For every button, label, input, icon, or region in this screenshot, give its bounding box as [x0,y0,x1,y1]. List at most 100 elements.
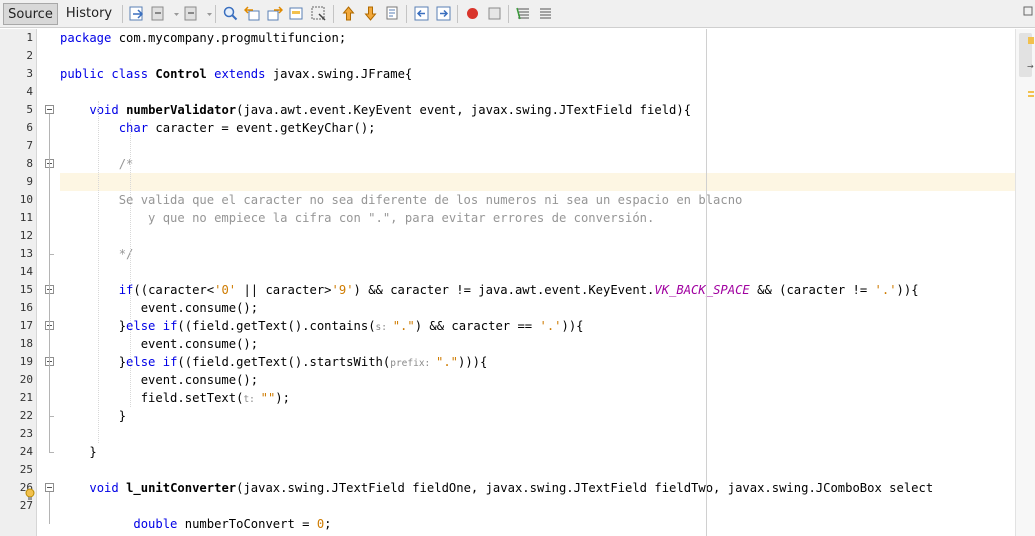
code-token: "." [392,319,415,333]
fold-toggle[interactable] [45,105,54,114]
code-line[interactable]: event.consume(); [60,335,1015,353]
code-line[interactable]: char caracter = event.getKeyChar(); [60,119,1015,137]
line-number: 10 [19,193,33,206]
code-token: else if [126,319,178,333]
code-token: Se valida que el caracter no sea diferen… [60,193,743,207]
code-line[interactable] [60,497,1015,515]
code-line[interactable] [60,173,1015,191]
code-line[interactable]: void numberValidator(java.awt.event.KeyE… [60,101,1015,119]
indent-guide [130,119,132,407]
next-bookmark-icon[interactable] [362,5,379,22]
forward-icon[interactable] [183,5,200,22]
code-editor[interactable]: 1 2 3 4 5 6 7 8 9 10 11 12 13 14 15 16 17 18 19 20 21 22 23 24 2… [0,29,1035,536]
find-selection-icon[interactable] [288,5,305,22]
code-line[interactable]: public class Control extends javax.swing… [60,65,1015,83]
code-token: ) && caracter == [414,319,540,333]
code-token: else if [126,355,178,369]
code-line[interactable]: } [60,443,1015,461]
code-token: (javax.swing.JTextField fieldOne, javax.… [236,481,934,495]
tab-history[interactable]: History [62,3,116,25]
code-token: ((caracter< [133,283,215,297]
lightbulb-hint-icon[interactable] [24,488,36,502]
code-token: (java.awt.event.KeyEvent event, javax.sw… [236,103,692,117]
line-number: 1 [26,31,33,44]
find-previous-icon[interactable] [244,5,261,22]
code-line[interactable] [60,47,1015,65]
code-token: void [89,481,119,495]
back-dropdown-icon[interactable] [168,5,179,22]
code-line[interactable]: Se valida que el caracter no sea diferen… [60,191,1015,209]
code-token: } [60,355,127,369]
comment-icon[interactable] [515,5,532,22]
warning-stripe-marker[interactable] [1028,91,1034,93]
code-token: ((field.getText().startsWith( [177,355,391,369]
toolbar-separator [457,5,458,23]
fold-end-marker [49,416,54,417]
code-line[interactable]: double numberToConvert = 0; [60,515,1015,533]
line-number: 7 [26,139,33,152]
find-next-icon[interactable] [266,5,283,22]
code-line[interactable]: /* [60,155,1015,173]
code-token: "." [435,355,458,369]
vertical-scrollbar[interactable]: → [1015,29,1035,536]
code-token: ))){ [458,355,488,369]
shift-right-icon[interactable] [435,5,452,22]
caret-position-marker: → [1027,62,1034,71]
code-line[interactable]: if((caracter<'0' || caracter>'9') && car… [60,281,1015,299]
code-line[interactable]: field.setText(t: ""); [60,389,1015,407]
code-line[interactable]: event.consume(); [60,371,1015,389]
line-number: 6 [26,121,33,134]
stop-macro-recording-icon[interactable] [486,5,503,22]
code-line[interactable]: event.consume(); [60,299,1015,317]
previous-bookmark-icon[interactable] [340,5,357,22]
code-line[interactable]: } [60,407,1015,425]
code-line[interactable] [60,461,1015,479]
start-macro-recording-icon[interactable] [464,5,481,22]
code-line[interactable] [60,83,1015,101]
uncomment-icon[interactable] [537,5,554,22]
code-token: Control [155,67,207,81]
code-line[interactable] [60,425,1015,443]
code-line[interactable] [60,263,1015,281]
line-number: 18 [19,337,33,350]
tab-source[interactable]: Source [3,3,58,25]
code-line[interactable]: }else if((field.getText().contains(s: ".… [60,317,1015,335]
toolbar-separator [215,5,216,23]
code-token: '.' [874,283,897,297]
highlight-search-icon[interactable] [310,5,327,22]
right-margin-line [706,29,707,536]
code-line[interactable]: void l_unitConverter(javax.swing.JTextFi… [60,479,1015,497]
code-token: s: [375,322,393,333]
back-icon[interactable] [150,5,167,22]
shift-left-icon[interactable] [413,5,430,22]
code-line[interactable] [60,137,1015,155]
code-token: double [133,517,178,531]
code-line[interactable]: }else if((field.getText().startsWith(pre… [60,353,1015,371]
line-number: 12 [19,229,33,242]
error-stripe-marker[interactable] [1028,37,1034,44]
code-token: public class [60,67,149,81]
code-line[interactable] [60,227,1015,245]
forward-dropdown-icon[interactable] [201,5,212,22]
restore-window-icon[interactable] [1020,4,1033,21]
code-token: && (caracter != [749,283,875,297]
indent-guide [98,101,100,443]
code-token: ) && caracter != java.awt.event.KeyEvent… [353,283,655,297]
code-line[interactable]: y que no empiece la cifra con ".", para … [60,209,1015,227]
toggle-bookmark-icon[interactable] [384,5,401,22]
last-edit-icon[interactable] [129,5,146,22]
code-line[interactable]: */ [60,245,1015,263]
code-token: char [118,121,149,135]
line-number-gutter: 1 2 3 4 5 6 7 8 9 10 11 12 13 14 15 16 17 18 19 20 21 22 23 24 2… [0,29,37,536]
warning-stripe-marker[interactable] [1028,95,1034,97]
code-token: ; [324,517,332,531]
code-token: prefix: [390,358,436,369]
find-icon[interactable] [222,5,239,22]
code-token: VK_BACK_SPACE [654,283,750,297]
code-line[interactable]: package com.mycompany.progmultifuncion; [60,29,1015,47]
line-number: 4 [26,85,33,98]
code-token: || caracter> [236,283,332,297]
fold-toggle[interactable] [45,483,54,492]
code-area[interactable]: package com.mycompany.progmultifuncion; p… [60,29,1015,536]
